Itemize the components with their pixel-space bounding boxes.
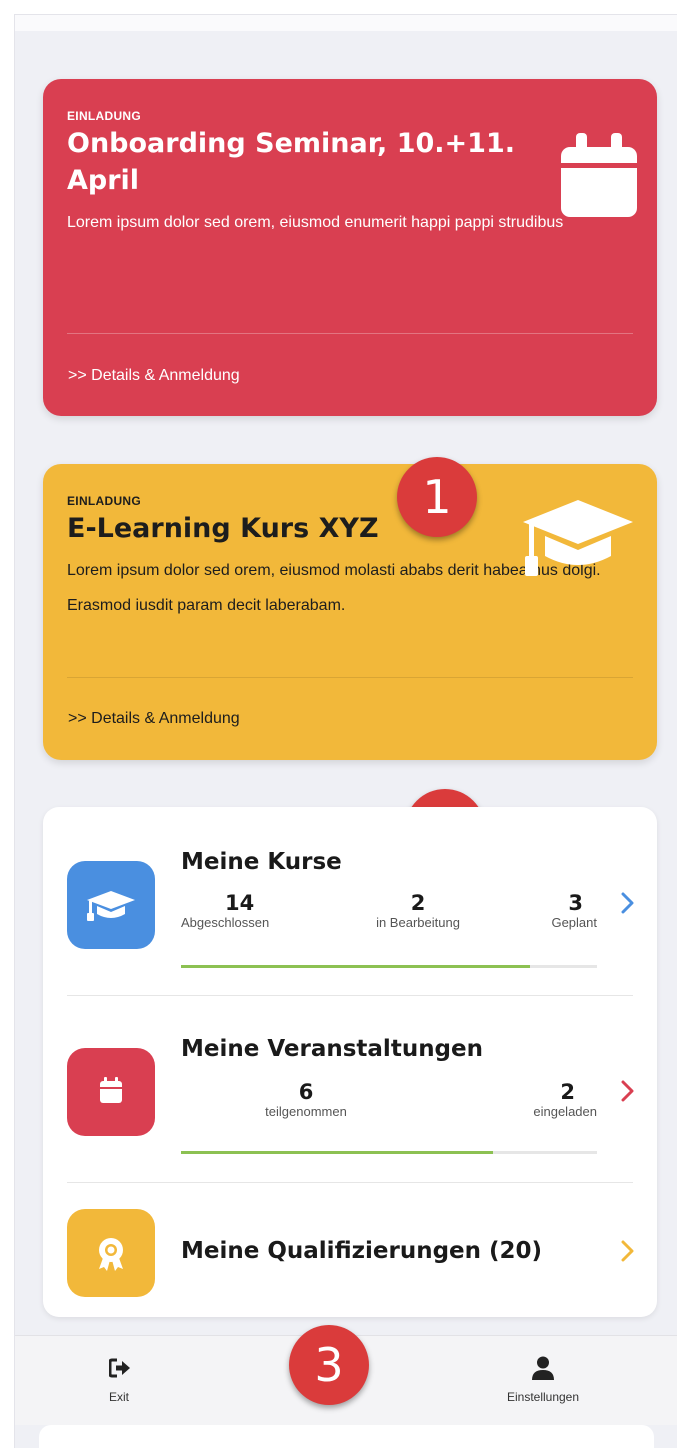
stat-label: Abgeschlossen [181, 915, 270, 930]
settings-label: Einstellungen [506, 1390, 580, 1404]
details-link[interactable]: >> Details & Anmeldung [68, 710, 240, 728]
app-screen: EINLADUNG Onboarding Seminar, 10.+11. Ap… [14, 14, 677, 1448]
events-progress-fill [181, 1151, 493, 1154]
invite-title: E-Learning Kurs XYZ [67, 513, 379, 544]
award-icon [99, 1238, 123, 1271]
stat-planned: 3 Geplant [517, 891, 597, 931]
settings-button[interactable]: Einstellungen [483, 1336, 603, 1426]
my-courses-row[interactable]: Meine Kurse 14 Abgeschlossen 2 in Bearbe… [43, 807, 657, 996]
courses-title: Meine Kurse [181, 849, 342, 875]
chevron-right-icon[interactable] [621, 1080, 635, 1102]
stat-label: teilgenommen [265, 1104, 347, 1119]
my-events-row[interactable]: Meine Veranstaltungen 6 teilgenommen 2 e… [43, 996, 657, 1183]
invite-eyebrow: EINLADUNG [67, 109, 142, 123]
user-icon [532, 1356, 554, 1380]
invite-card-onboarding[interactable]: EINLADUNG Onboarding Seminar, 10.+11. Ap… [43, 79, 657, 416]
events-title: Meine Veranstaltungen [181, 1036, 483, 1062]
invite-title: Onboarding Seminar, 10.+11. April [67, 128, 515, 196]
qualifications-tile [67, 1209, 155, 1297]
stat-label: Geplant [551, 915, 597, 930]
stat-label: in Bearbeitung [376, 915, 460, 930]
annotation-badge-3: 3 [289, 1325, 369, 1405]
courses-progress-fill [181, 965, 531, 968]
stat-label: eingeladen [533, 1104, 597, 1119]
invite-card-elearning[interactable]: EINLADUNG E-Learning Kurs XYZ Lorem ipsu… [43, 464, 657, 760]
qualifications-title: Meine Qualifizierungen (20) [181, 1238, 543, 1264]
stat-in-progress: 2 in Bearbeitung [343, 891, 493, 931]
bottom-strip [39, 1425, 654, 1448]
stat-invited: 2 eingeladen [497, 1080, 597, 1120]
card-divider [67, 333, 633, 334]
exit-icon [109, 1358, 130, 1378]
my-qualifications-row[interactable]: Meine Qualifizierungen (20) [43, 1183, 657, 1317]
exit-button[interactable]: Exit [59, 1336, 179, 1426]
events-tile [67, 1048, 155, 1136]
stat-completed: 14 Abgeschlossen [181, 891, 311, 931]
invite-description: Lorem ipsum dolor sed orem, eiusmod enum… [67, 214, 564, 231]
card-divider [67, 677, 633, 678]
events-progress-bar [181, 1151, 597, 1154]
exit-label: Exit [108, 1390, 129, 1404]
graduation-cap-icon [87, 891, 135, 921]
courses-tile [67, 861, 155, 949]
chevron-right-icon[interactable] [621, 1240, 635, 1262]
stat-value: 3 [568, 891, 583, 915]
stat-value: 2 [560, 1080, 575, 1104]
annotation-badge-1: 1 [397, 457, 477, 537]
calendar-icon [100, 1077, 122, 1103]
top-strip [15, 15, 677, 31]
calendar-icon [561, 133, 637, 217]
graduation-cap-icon [523, 500, 633, 576]
courses-progress-bar [181, 965, 597, 968]
overview-panel: Meine Kurse 14 Abgeschlossen 2 in Bearbe… [43, 807, 657, 1317]
chevron-right-icon[interactable] [621, 892, 635, 914]
stat-value: 2 [410, 891, 426, 915]
stat-value: 6 [298, 1080, 314, 1104]
stat-value: 14 [225, 891, 255, 915]
stat-attended: 6 teilgenommen [231, 1080, 381, 1120]
details-link[interactable]: >> Details & Anmeldung [68, 367, 240, 385]
